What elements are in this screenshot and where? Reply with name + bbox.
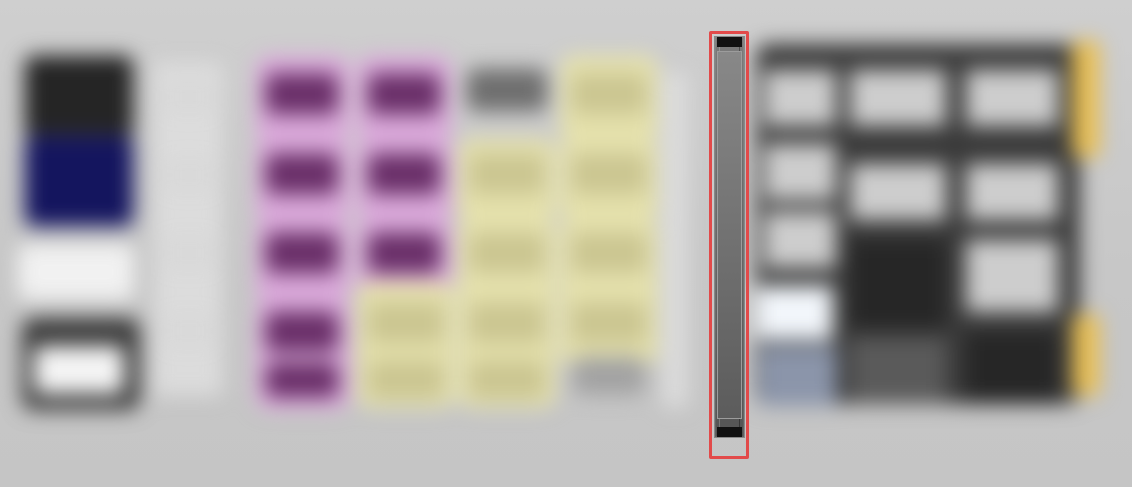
khaki-pad[interactable] <box>570 73 648 115</box>
right-cell[interactable] <box>966 164 1058 220</box>
app-window: blurred-grid-ui <box>0 0 1132 487</box>
gold-accent <box>1072 314 1100 396</box>
violet-pad[interactable] <box>367 73 441 115</box>
khaki-pad[interactable] <box>367 302 445 344</box>
right-cell[interactable] <box>850 70 946 126</box>
right-dark-cell[interactable] <box>850 240 946 328</box>
right-cell[interactable] <box>966 70 1058 126</box>
right-cell[interactable] <box>850 164 946 220</box>
khaki-pad[interactable] <box>468 360 546 400</box>
left-black-swatch[interactable] <box>24 55 134 139</box>
scrollbar-thumb[interactable] <box>717 51 742 419</box>
ghost-grid-cell[interactable] <box>163 314 215 348</box>
scrollbar-bottom-cap <box>717 427 742 437</box>
khaki-pad[interactable] <box>468 302 546 344</box>
violet-pad[interactable] <box>367 153 441 195</box>
ghost-grid-cell[interactable] <box>163 158 215 192</box>
right-cell[interactable] <box>966 240 1058 312</box>
right-cell[interactable] <box>764 212 836 268</box>
right-mid-cell[interactable] <box>850 338 946 404</box>
vertical-scrollbar[interactable] <box>714 36 745 438</box>
violet-pad[interactable] <box>265 232 339 274</box>
khaki-pad[interactable] <box>570 153 648 195</box>
violet-pad[interactable] <box>367 232 441 274</box>
right-black-cell[interactable] <box>966 332 1058 404</box>
violet-pad[interactable] <box>265 153 339 195</box>
khaki-pad[interactable] <box>468 153 546 195</box>
right-blue-cell[interactable] <box>759 346 837 406</box>
right-cell[interactable] <box>764 144 836 200</box>
violet-pad[interactable] <box>265 311 339 353</box>
khaki-pad[interactable] <box>570 302 648 344</box>
gold-accent <box>1072 40 1100 158</box>
right-highlight-cell[interactable] <box>757 286 833 340</box>
violet-pad[interactable] <box>265 362 339 398</box>
silver-pad[interactable] <box>572 356 646 396</box>
right-cell[interactable] <box>764 70 836 126</box>
blurred-ui-layer <box>0 0 1132 487</box>
khaki-pad[interactable] <box>468 232 546 274</box>
scrollbar-top-cap <box>717 37 742 47</box>
ghost-grid-cell[interactable] <box>163 236 215 270</box>
khaki-pad[interactable] <box>570 232 648 274</box>
left-white-swatch[interactable] <box>18 244 134 300</box>
violet-pad[interactable] <box>265 73 339 115</box>
ghost-grid-cell[interactable] <box>163 80 215 114</box>
ghost-right-column <box>662 72 688 408</box>
left-navy-swatch[interactable] <box>24 135 134 227</box>
khaki-pad[interactable] <box>367 360 445 400</box>
gray-pad[interactable] <box>466 68 548 112</box>
left-framed-swatch-inner <box>34 346 124 394</box>
